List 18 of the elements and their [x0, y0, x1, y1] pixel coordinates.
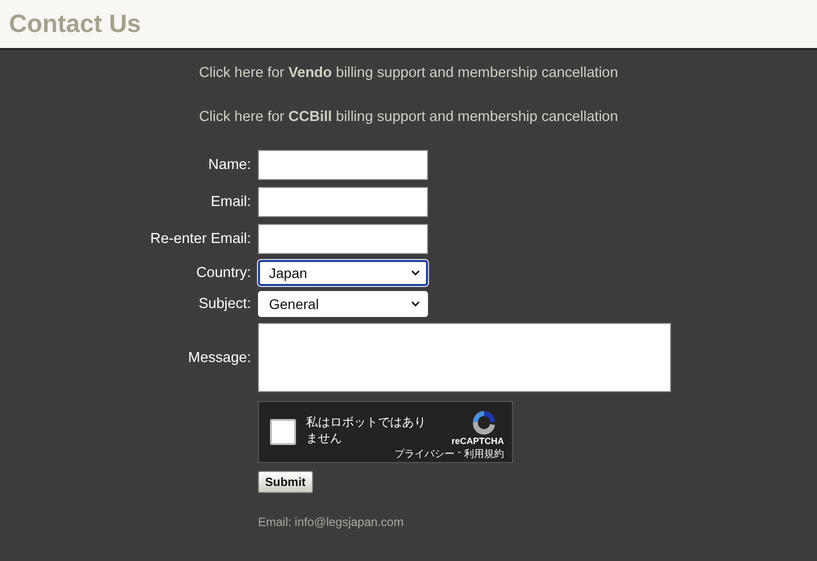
field-label: Email:: [210, 194, 251, 210]
billing-link[interactable]: Click here for Vendo billing support and membership cancellation: [198, 64, 618, 82]
privacy-link[interactable]: プライバシー: [394, 447, 455, 461]
field-label: Subject:: [198, 296, 251, 312]
dropdown[interactable]: General: [258, 291, 428, 317]
field-label: Re-enter Email:: [149, 231, 251, 247]
dropdown[interactable]: Japan: [258, 260, 428, 286]
terms-link[interactable]: 利用規約: [464, 447, 504, 461]
field-label: Message:: [187, 350, 251, 366]
field-label: Name:: [207, 157, 251, 173]
captcha-brand: reCAPTCHA: [451, 436, 504, 446]
separator-text: -: [458, 447, 461, 460]
contact-email: Email: info@legsjapan.com: [258, 515, 405, 529]
submit-button[interactable]: Submit: [258, 471, 313, 493]
captcha-label: 私はロボットではありません: [306, 414, 427, 446]
field-label: Country:: [195, 265, 251, 281]
page-title: Contact Us: [9, 10, 141, 38]
billing-link[interactable]: Click here for CCBill billing support and membership cancellation: [198, 108, 618, 126]
